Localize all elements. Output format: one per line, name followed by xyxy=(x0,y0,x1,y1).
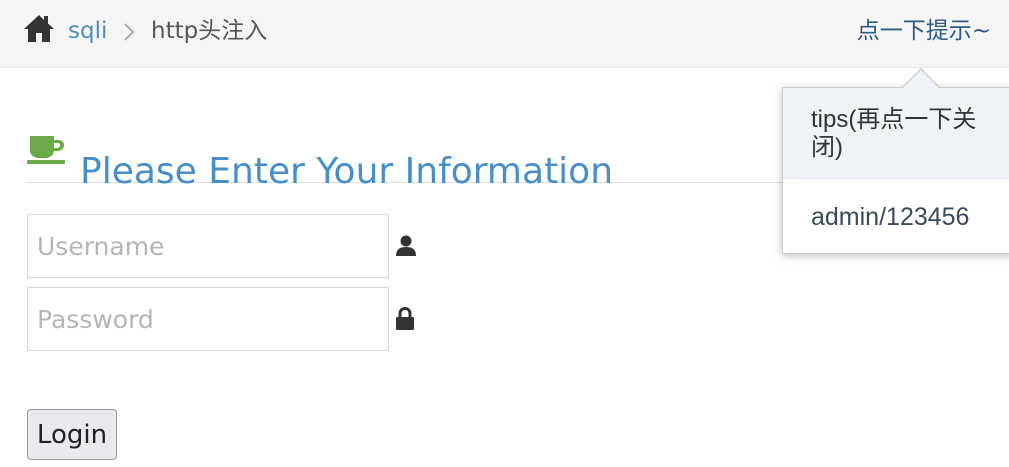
popover-arrow-inner xyxy=(902,70,940,89)
login-button[interactable]: Login xyxy=(27,409,117,460)
popover-content: admin/123456 xyxy=(811,203,970,231)
tips-popover: tips(再点一下关闭) admin/123456 xyxy=(782,68,1009,254)
coffee-icon xyxy=(27,136,65,164)
breadcrumbs-bar: sqli http头注入 点一下提示~ xyxy=(0,0,1009,68)
home-icon[interactable] xyxy=(23,13,55,43)
password-input[interactable] xyxy=(27,287,389,351)
page-header: Please Enter Your Information xyxy=(27,124,827,192)
chevron-right-icon xyxy=(124,23,135,41)
lock-icon xyxy=(396,307,414,330)
breadcrumb-link-sqli[interactable]: sqli xyxy=(68,16,107,46)
user-icon xyxy=(396,235,416,256)
breadcrumb-current: http头注入 xyxy=(151,18,268,44)
popover-title: tips(再点一下关闭) xyxy=(783,88,1009,179)
username-input[interactable] xyxy=(27,214,389,278)
tip-toggle-link[interactable]: 点一下提示~ xyxy=(857,16,991,46)
page-title: Please Enter Your Information xyxy=(80,151,614,193)
